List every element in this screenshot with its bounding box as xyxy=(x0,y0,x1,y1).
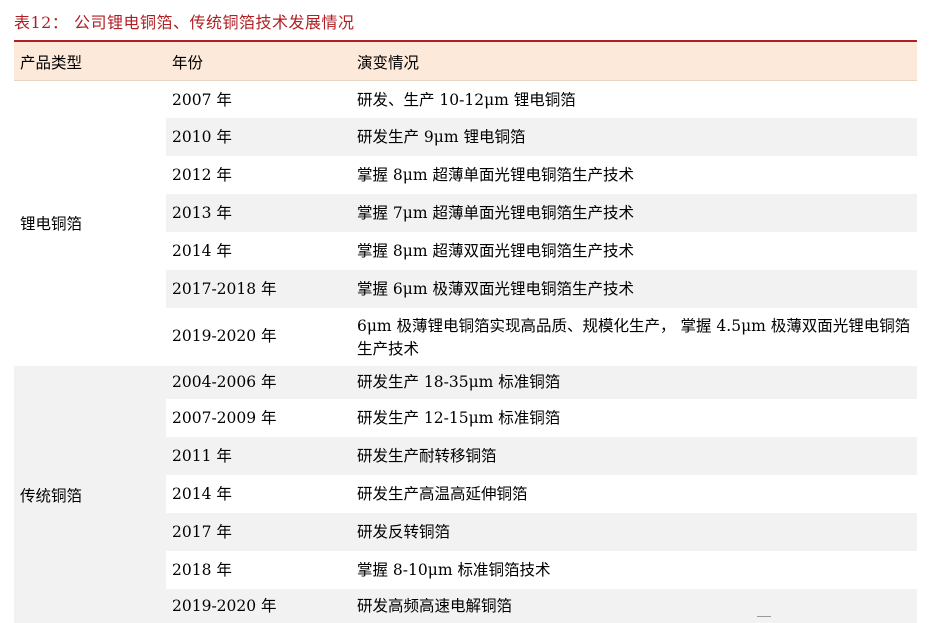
year-cell: 2011 年 xyxy=(172,447,232,465)
table-row: 2007-2009 年 研发生产 12-15μm 标准铜箔 xyxy=(14,399,917,437)
header-product-type: 产品类型 xyxy=(20,54,83,72)
header-evolution: 演变情况 xyxy=(357,54,420,72)
table-row: 2007 年 研发、生产 10-12μm 锂电铜箔 xyxy=(14,81,917,118)
year-cell: 2014 年 xyxy=(172,485,232,503)
table-header: 产品类型 年份 演变情况 xyxy=(14,42,917,81)
year-cell: 2007 年 xyxy=(172,91,232,109)
table-row: 2013 年 掌握 7μm 超薄单面光锂电铜箔生产技术 xyxy=(14,194,917,232)
year-cell: 2012 年 xyxy=(172,166,232,184)
year-cell: 2013 年 xyxy=(172,204,232,222)
table-row: 2014 年 掌握 8μm 超薄双面光锂电铜箔生产技术 xyxy=(14,232,917,270)
header-year: 年份 xyxy=(172,54,204,72)
year-cell: 2019-2020 年 xyxy=(172,327,277,345)
table-row: 2017 年 研发反转铜箔 xyxy=(14,513,917,551)
year-cell: 2014 年 xyxy=(172,242,232,260)
desc-cell: 掌握 8μm 超薄单面光锂电铜箔生产技术 xyxy=(357,166,634,184)
desc-cell: 研发高频高速电解铜箔 xyxy=(357,597,513,615)
desc-cell: 研发、生产 10-12μm 锂电铜箔 xyxy=(357,91,576,109)
year-cell: 2019-2020 年 xyxy=(172,597,277,615)
table-row: 2014 年 研发生产高温高延伸铜箔 xyxy=(14,475,917,513)
table-row: 2011 年 研发生产耐转移铜箔 xyxy=(14,437,917,475)
table-title: 表12： 公司锂电铜箔、传统铜箔技术发展情况 xyxy=(14,13,355,32)
footer-mark xyxy=(757,616,771,617)
desc-cell: 掌握 7μm 超薄单面光锂电铜箔生产技术 xyxy=(357,204,634,222)
desc-cell: 掌握 6μm 极薄双面光锂电铜箔生产技术 xyxy=(357,280,634,298)
year-cell: 2004-2006 年 xyxy=(172,373,277,391)
desc-cell: 研发生产 9μm 锂电铜箔 xyxy=(357,128,526,146)
desc-cell: 研发反转铜箔 xyxy=(357,523,451,541)
table-row: 2019-2020 年 研发高频高速电解铜箔 xyxy=(14,589,917,623)
desc-cell: 掌握 8-10μm 标准铜箔技术 xyxy=(357,561,551,579)
year-cell: 2007-2009 年 xyxy=(172,409,277,427)
table-row: 2012 年 掌握 8μm 超薄单面光锂电铜箔生产技术 xyxy=(14,156,917,194)
year-cell: 2010 年 xyxy=(172,128,232,146)
table-row: 2010 年 研发生产 9μm 锂电铜箔 xyxy=(14,118,917,156)
table-row: 2017-2018 年 掌握 6μm 极薄双面光锂电铜箔生产技术 xyxy=(14,270,917,308)
desc-cell: 研发生产耐转移铜箔 xyxy=(357,447,497,465)
year-cell: 2017-2018 年 xyxy=(172,280,277,298)
desc-cell: 6μm 极薄锂电铜箔实现高品质、规模化生产， 掌握 4.5μm 极薄双面光锂电铜… xyxy=(357,317,911,358)
desc-cell: 研发生产高温高延伸铜箔 xyxy=(357,485,528,503)
desc-cell: 研发生产 18-35μm 标准铜箔 xyxy=(357,373,561,391)
desc-cell: 研发生产 12-15μm 标准铜箔 xyxy=(357,409,561,427)
desc-cell: 掌握 8μm 超薄双面光锂电铜箔生产技术 xyxy=(357,242,634,260)
table-row: 2004-2006 年 研发生产 18-35μm 标准铜箔 xyxy=(14,366,917,399)
table-row: 2018 年 掌握 8-10μm 标准铜箔技术 xyxy=(14,551,917,589)
year-cell: 2017 年 xyxy=(172,523,232,541)
table-row: 2019-2020 年 6μm 极薄锂电铜箔实现高品质、规模化生产， 掌握 4.… xyxy=(14,308,917,366)
year-cell: 2018 年 xyxy=(172,561,232,579)
